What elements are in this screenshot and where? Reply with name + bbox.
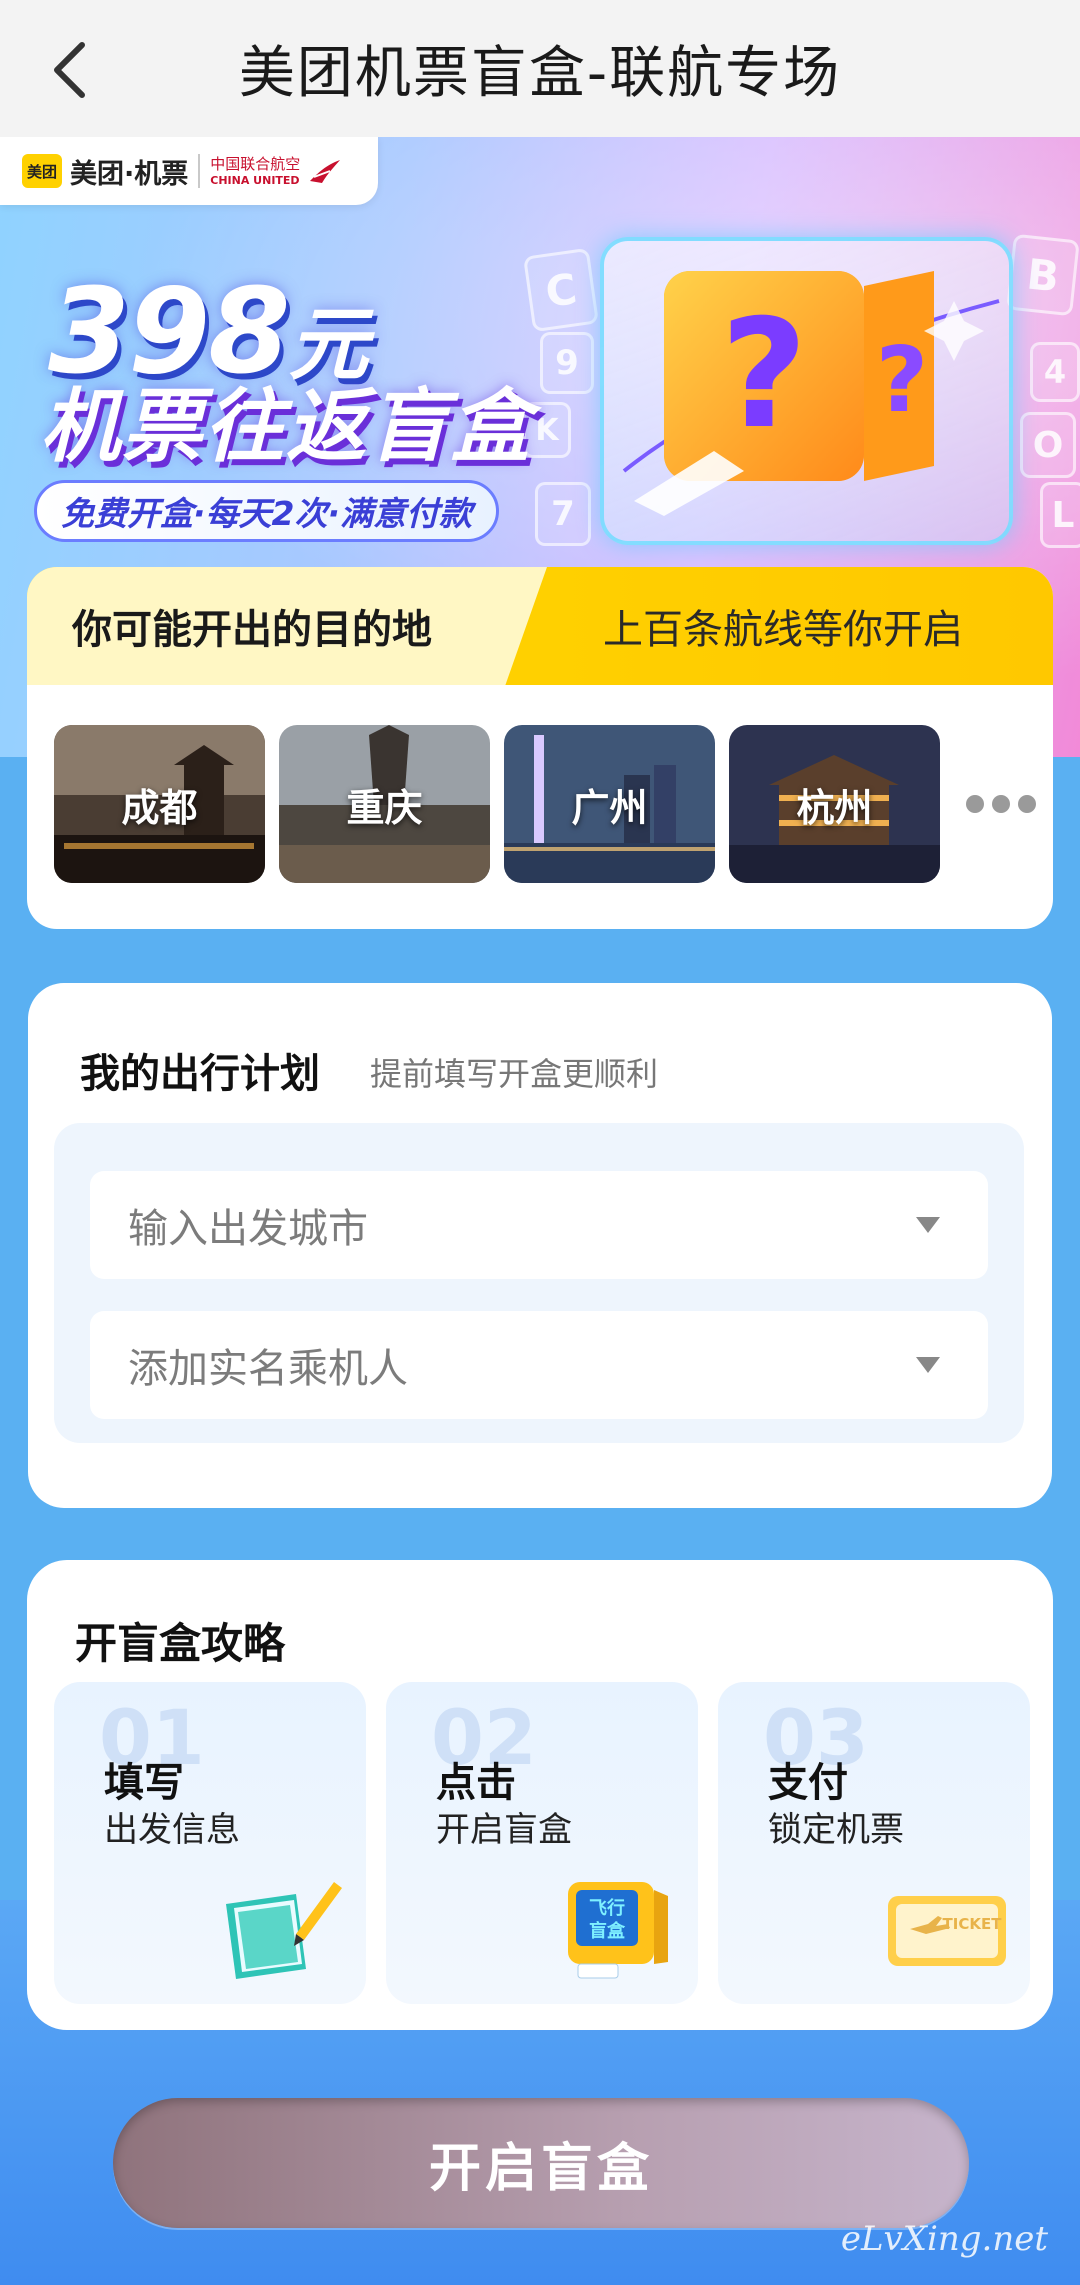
china-united-en: CHINA UNITED <box>210 173 300 187</box>
deco-letter-tile: C <box>523 247 599 333</box>
destination-hangzhou[interactable]: 杭州 <box>729 725 940 883</box>
page-title: 美团机票盲盒-联航专场 <box>238 41 842 106</box>
plan-form: 输入出发城市 添加实名乘机人 <box>54 1123 1024 1443</box>
destination-name: 广州 <box>571 785 648 830</box>
step-card-1: 01 填写 出发信息 <box>54 1682 366 2004</box>
china-united-cn: 中国联合航空 <box>210 154 301 173</box>
passenger-select[interactable]: 添加实名乘机人 <box>90 1311 988 1419</box>
destination-name: 杭州 <box>796 785 873 830</box>
meituan-logo: 美团 <box>22 154 62 188</box>
mystery-box-icon: ? ? <box>622 271 1000 516</box>
deco-letter-tile: 7 <box>535 482 591 546</box>
step-heading: 填写 <box>104 1760 184 1806</box>
step-text: 开启盲盒 <box>436 1810 572 1850</box>
svg-text:盲盒: 盲盒 <box>589 1920 626 1942</box>
meituan-flight-text: 美团·机票 <box>70 158 189 190</box>
brand-divider <box>198 154 201 188</box>
mystery-box-illustration: ? ? <box>600 237 1013 545</box>
svg-text:TICKET: TICKET <box>943 1915 1003 1933</box>
china-united-logo-icon <box>310 160 341 183</box>
open-blind-box-button[interactable]: 开启盲盒 <box>113 2098 969 2228</box>
svg-text:?: ? <box>720 288 807 462</box>
price-unit: 元 <box>288 298 368 391</box>
ticket-icon: TICKET <box>880 1874 1010 1984</box>
step-heading: 点击 <box>436 1760 516 1806</box>
destinations-header: 上百条航线等你开启 你可能开出的目的地 <box>27 567 1053 685</box>
step-heading: 支付 <box>768 1760 848 1806</box>
plan-subtitle: 提前填写开盒更顺利 <box>370 1055 659 1093</box>
step-card-2: 02 点击 开启盲盒 飞行 盲盒 <box>386 1682 698 2004</box>
deco-letter-tile: L <box>1040 482 1080 548</box>
blind-box-icon: 飞行 盲盒 <box>548 1874 678 1984</box>
deco-letter-tile: 4 <box>1030 342 1080 402</box>
notebook-icon <box>216 1874 346 1984</box>
watermark: eLvXing.net <box>840 2219 1048 2259</box>
strategy-card: 开盲盒攻略 01 填写 出发信息 02 点击 开启盲盒 飞行 盲盒 03 支付 … <box>27 1560 1053 2030</box>
departure-city-select[interactable]: 输入出发城市 <box>90 1171 988 1279</box>
destination-name: 成都 <box>121 785 198 830</box>
dropdown-caret-icon <box>916 1357 940 1373</box>
deco-letter-tile: B <box>1006 233 1080 317</box>
hero-benefits-pill: 免费开盒·每天2次·满意付款 <box>34 480 500 542</box>
svg-text:?: ? <box>876 328 928 433</box>
chevron-left-icon <box>54 42 85 98</box>
strategy-title: 开盲盒攻略 <box>75 1619 286 1668</box>
back-button[interactable] <box>30 25 120 115</box>
destinations-card: 上百条航线等你开启 你可能开出的目的地 成都 重庆 广州 杭州 <box>27 567 1053 929</box>
travel-plan-card: 我的出行计划 提前填写开盒更顺利 输入出发城市 添加实名乘机人 <box>28 983 1052 1508</box>
deco-letter-tile: 9 <box>540 332 594 394</box>
hero-headline: 机票往返盲盒 <box>40 380 532 473</box>
hero-price: 398元 <box>48 272 368 391</box>
destination-chengdu[interactable]: 成都 <box>54 725 265 883</box>
nav-bar: 美团机票盲盒-联航专场 <box>0 0 1080 137</box>
destination-name: 重庆 <box>346 785 423 830</box>
deco-letter-tile: O <box>1020 412 1076 478</box>
strategy-steps: 01 填写 出发信息 02 点击 开启盲盒 飞行 盲盒 03 支付 锁定机票 T… <box>54 1682 1030 2004</box>
more-destinations-icon[interactable] <box>966 795 1036 813</box>
china-united-wordmark: 中国联合航空 CHINA UNITED <box>210 154 301 187</box>
brand-tag: 美团 美团·机票 中国联合航空 CHINA UNITED <box>0 137 378 205</box>
plan-title: 我的出行计划 <box>80 1051 320 1097</box>
step-card-3: 03 支付 锁定机票 TICKET <box>718 1682 1030 2004</box>
svg-text:飞行: 飞行 <box>589 1897 625 1919</box>
step-text: 出发信息 <box>104 1810 240 1850</box>
destination-list: 成都 重庆 广州 杭州 <box>54 725 1036 883</box>
dropdown-caret-icon <box>916 1217 940 1233</box>
departure-city-placeholder: 输入出发城市 <box>128 1206 368 1252</box>
step-text: 锁定机票 <box>768 1810 904 1850</box>
passenger-placeholder: 添加实名乘机人 <box>128 1346 408 1392</box>
destination-chongqing[interactable]: 重庆 <box>279 725 490 883</box>
destination-guangzhou[interactable]: 广州 <box>504 725 715 883</box>
destinations-title: 你可能开出的目的地 <box>27 567 547 685</box>
